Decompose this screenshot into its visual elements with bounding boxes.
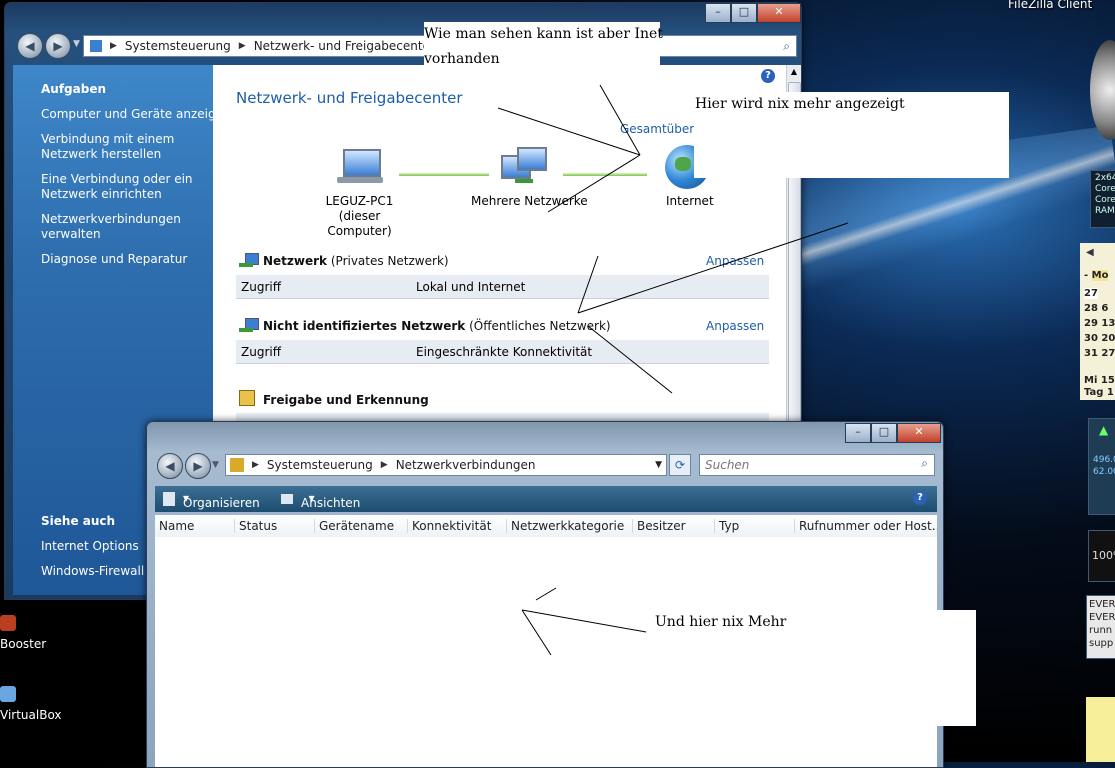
arrow-line [497,107,641,156]
arrow-line [587,325,673,394]
arrow-line [599,84,641,156]
arrow-line [535,587,557,601]
arrow-line [547,154,641,213]
annotation-arrows [497,84,849,656]
arrow-line [521,609,647,633]
arrow-line [577,222,849,314]
arrow-line [521,609,552,656]
arrow-line [577,255,599,314]
